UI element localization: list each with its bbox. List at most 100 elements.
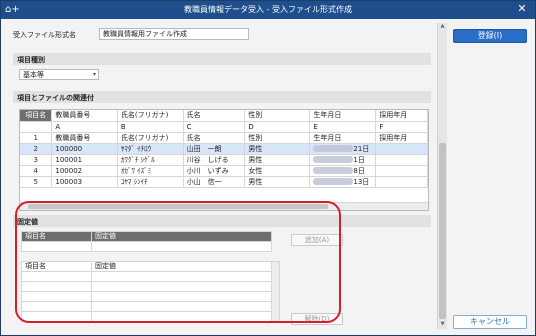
table-cell[interactable]: 8日 <box>309 165 377 177</box>
list-row[interactable] <box>21 301 92 312</box>
list-row[interactable] <box>91 301 272 312</box>
row-header-cell[interactable]: 2 <box>20 143 53 155</box>
table-cell[interactable]: D <box>244 121 311 133</box>
dialog-window: ⌂+ 教職員情報データ受入 - 受入ファイル形式作成 ✕ 受入ファイル形式名 教… <box>0 0 536 336</box>
list-row[interactable] <box>91 311 272 322</box>
table-cell[interactable]: 氏名(フリガナ) <box>117 110 184 122</box>
add-button[interactable]: 追加(A) <box>291 234 343 246</box>
table-row[interactable]: 5 100003 ｺﾔﾏ ｼﾝｲﾁ 小山 信一 男性 13日 <box>20 176 428 188</box>
table-cell[interactable] <box>375 176 428 188</box>
fixed-value-list-table[interactable]: 項目名 固定値 <box>21 261 272 322</box>
row-header-cell[interactable]: 3 <box>20 154 53 166</box>
table-cell[interactable]: 採用年月 <box>375 132 428 144</box>
mapping-grid[interactable]: 項目名 教職員番号 氏名(フリガナ) 氏名 性別 生年月日 採用年月 A B C D E F 1 教職員番号… <box>19 109 429 211</box>
item-type-select[interactable]: 基本等 ▾ <box>19 69 99 80</box>
row-header-cell[interactable]: 1 <box>20 132 53 144</box>
main-panel: 受入ファイル形式名 教職員情報用ファイル作成 項目種別 基本等 ▾ 項目とファイ… <box>9 23 435 329</box>
row-header-cell[interactable]: 4 <box>20 165 53 177</box>
table-row[interactable]: 項目名 教職員番号 氏名(フリガナ) 氏名 性別 生年月日 採用年月 <box>20 110 428 122</box>
main-vertical-scrollbar[interactable]: ▲ ▼ <box>437 23 447 329</box>
fixed-entry-value-cell[interactable] <box>91 241 272 252</box>
table-cell[interactable]: 1日 <box>309 154 377 166</box>
fixed-entry-header-value: 固定値 <box>91 231 272 242</box>
grid-horizontal-scrollbar[interactable] <box>20 202 428 210</box>
table-row[interactable]: 1 教職員番号 氏名(フリガナ) 氏名 性別 生年月日 採用年月 <box>20 132 428 144</box>
table-cell[interactable]: 性別 <box>244 132 311 144</box>
table-cell[interactable]: ｵｶﾞﾜ ｲｽﾞﾐ <box>117 165 184 177</box>
cell-text: 21日 <box>353 144 370 153</box>
file-name-input[interactable]: 教職員情報用ファイル作成 <box>99 28 249 40</box>
list-row[interactable] <box>91 271 272 282</box>
window-title: 教職員情報データ受入 - 受入ファイル形式作成 <box>184 5 352 14</box>
fixed-list-scrollbar[interactable] <box>271 261 280 323</box>
table-row[interactable]: ABCDEF <box>20 121 428 133</box>
table-cell[interactable]: 小川 いずみ <box>183 165 246 177</box>
table-cell[interactable]: 教職員番号 <box>51 110 118 122</box>
table-cell[interactable]: 女性 <box>244 165 311 177</box>
table-cell[interactable]: 氏名(フリガナ) <box>117 132 184 144</box>
table-cell[interactable]: 100001 <box>51 154 118 166</box>
list-row[interactable] <box>21 271 92 282</box>
scroll-down-icon[interactable]: ▼ <box>438 321 447 329</box>
register-button[interactable]: 登録(I) <box>453 29 527 43</box>
table-cell[interactable]: 氏名 <box>183 132 246 144</box>
table-cell[interactable]: A <box>51 121 118 133</box>
scroll-thumb[interactable] <box>439 143 446 319</box>
fixed-entry-item-cell[interactable] <box>21 241 92 252</box>
table-cell[interactable]: 100002 <box>51 165 118 177</box>
table-cell[interactable]: 男性 <box>244 143 311 155</box>
table-cell[interactable]: 生年月日 <box>309 132 377 144</box>
title-bar: ⌂+ 教職員情報データ受入 - 受入ファイル形式作成 ✕ <box>1 1 535 19</box>
mapping-table: 項目名 教職員番号 氏名(フリガナ) 氏名 性別 生年月日 採用年月 A B C D E F 1 教職員番号… <box>20 110 428 188</box>
scroll-up-icon[interactable]: ▲ <box>438 23 447 31</box>
table-cell[interactable]: ﾔﾏﾀﾞ ｲﾁﾛｳ <box>117 143 184 155</box>
fixed-list-header-item: 項目名 <box>21 261 92 272</box>
table-row[interactable]: 3 100001 ｶﾜｸﾞﾁ ｼｹﾞﾙ 川谷 しげる 男性 1日 <box>20 154 428 166</box>
table-cell[interactable]: 山田 一朗 <box>183 143 246 155</box>
table-cell[interactable]: ｶﾜｸﾞﾁ ｼｹﾞﾙ <box>117 154 184 166</box>
table-cell[interactable] <box>375 165 428 177</box>
table-cell[interactable]: B <box>117 121 184 133</box>
table-cell[interactable] <box>375 143 428 155</box>
table-cell[interactable]: 小山 信一 <box>183 176 246 188</box>
remove-button[interactable]: 解除(D) <box>291 313 343 325</box>
table-cell[interactable]: 男性 <box>244 176 311 188</box>
row-header-cell[interactable]: 5 <box>20 176 53 188</box>
table-cell[interactable] <box>375 154 428 166</box>
scroll-thumb[interactable] <box>28 204 328 209</box>
table-cell[interactable]: E <box>309 121 377 133</box>
table-cell[interactable]: 教職員番号 <box>51 132 118 144</box>
table-cell[interactable]: 性別 <box>244 110 311 122</box>
table-cell[interactable]: 氏名 <box>183 110 246 122</box>
chevron-down-icon: ▾ <box>92 71 96 78</box>
table-cell[interactable]: F <box>375 121 428 133</box>
list-row[interactable] <box>91 291 272 302</box>
table-row[interactable]: 2 100000 ﾔﾏﾀﾞ ｲﾁﾛｳ 山田 一朗 男性 21日 <box>20 143 428 155</box>
table-cell[interactable]: 100000 <box>51 143 118 155</box>
list-row[interactable] <box>21 311 92 322</box>
list-row[interactable] <box>91 281 272 292</box>
row-header-cell[interactable]: 項目名 <box>20 110 53 122</box>
table-cell[interactable]: 男性 <box>244 154 311 166</box>
fixed-value-entry-table[interactable]: 項目名 固定値 <box>21 231 272 252</box>
table-cell[interactable]: C <box>183 121 246 133</box>
table-cell[interactable]: 採用年月 <box>375 110 428 122</box>
table-cell[interactable]: 川谷 しげる <box>183 154 246 166</box>
row-header-cell[interactable] <box>20 121 53 133</box>
cell-text: 1日 <box>353 155 365 164</box>
redacted-value <box>313 145 354 152</box>
cancel-button[interactable]: キャンセル <box>453 315 527 329</box>
table-cell[interactable]: 21日 <box>309 143 377 155</box>
table-row[interactable]: 4 100002 ｵｶﾞﾜ ｲｽﾞﾐ 小川 いずみ 女性 8日 <box>20 165 428 177</box>
list-row[interactable] <box>21 291 92 302</box>
table-cell[interactable]: ｺﾔﾏ ｼﾝｲﾁ <box>117 176 184 188</box>
fixed-entry-header-item: 項目名 <box>21 231 92 242</box>
close-icon[interactable]: ✕ <box>515 2 529 16</box>
redacted-value <box>313 167 354 174</box>
table-cell[interactable]: 13日 <box>309 176 377 188</box>
redacted-value <box>313 178 354 185</box>
table-cell[interactable]: 生年月日 <box>309 110 377 122</box>
list-row[interactable] <box>21 281 92 292</box>
table-cell[interactable]: 100003 <box>51 176 118 188</box>
cell-text: 13日 <box>353 177 370 186</box>
